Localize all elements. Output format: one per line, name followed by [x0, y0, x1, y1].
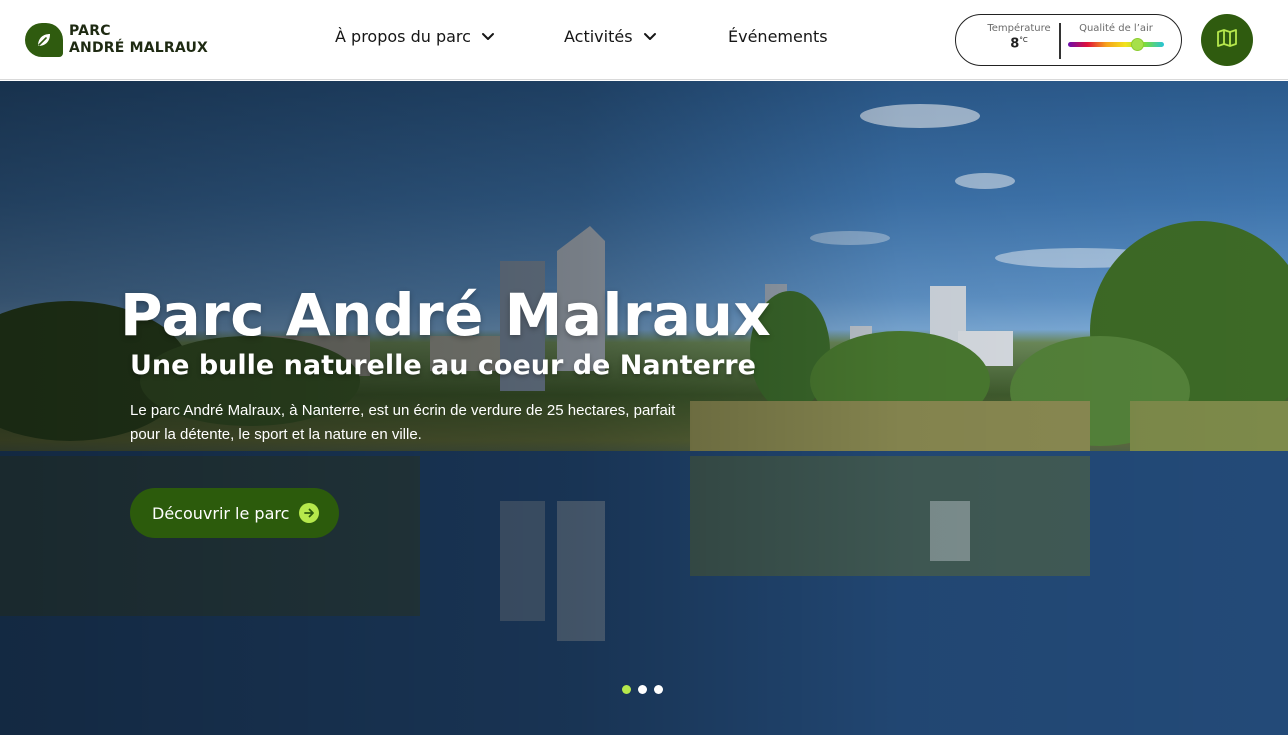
- logo-line-2: ANDRÉ MALRAUX: [69, 40, 209, 56]
- chevron-down-icon: [481, 32, 495, 42]
- hero-banner: Parc André Malraux Une bulle naturelle a…: [0, 81, 1288, 735]
- weather-divider: [1059, 23, 1061, 59]
- chevron-down-icon: [643, 32, 657, 42]
- discover-park-button[interactable]: Découvrir le parc: [130, 488, 340, 538]
- carousel-dot[interactable]: [638, 685, 647, 694]
- temperature-label: Température: [987, 23, 1051, 34]
- air-quality-gauge: [1068, 38, 1164, 51]
- air-quality-indicator: [1130, 38, 1144, 51]
- carousel-dot[interactable]: [654, 685, 663, 694]
- nav-item-a-propos[interactable]: À propos du parc: [335, 27, 495, 46]
- air-quality-block: Qualité de l’air: [1066, 23, 1166, 51]
- map-icon: [1215, 26, 1239, 55]
- arrow-right-circle-icon: [299, 503, 320, 523]
- leaf-icon: [25, 23, 63, 57]
- carousel-dot[interactable]: [622, 685, 631, 694]
- temperature-block: Température 8°C: [974, 23, 1064, 51]
- temperature-number: 8: [1010, 36, 1020, 52]
- nav-item-label: Activités: [564, 27, 633, 46]
- hero-subtitle: Une bulle naturelle au coeur de Nanterre: [130, 350, 756, 381]
- air-quality-label: Qualité de l’air: [1079, 23, 1153, 34]
- logo-line-1: PARC: [69, 23, 111, 39]
- hero-title: Parc André Malraux: [120, 281, 772, 349]
- nav-item-evenements[interactable]: Événements: [728, 27, 828, 46]
- nav-item-activites[interactable]: Activités: [564, 27, 657, 46]
- carousel-pagination: [622, 685, 670, 694]
- site-logo[interactable]: PARC ANDRÉ MALRAUX: [25, 23, 208, 57]
- site-header: PARC ANDRÉ MALRAUX À propos du parc Acti…: [0, 0, 1288, 80]
- nav-item-label: À propos du parc: [335, 27, 471, 46]
- hero-description: Le parc André Malraux, à Nanterre, est u…: [130, 402, 676, 443]
- logo-text: PARC ANDRÉ MALRAUX: [69, 23, 208, 57]
- temperature-value: 8°C: [974, 36, 1064, 51]
- discover-park-label: Découvrir le parc: [152, 503, 290, 523]
- temperature-unit: °C: [1019, 36, 1028, 44]
- weather-widget: Température 8°C Qualité de l’air: [955, 14, 1182, 66]
- nav-item-label: Événements: [728, 27, 828, 46]
- map-button[interactable]: [1201, 14, 1253, 66]
